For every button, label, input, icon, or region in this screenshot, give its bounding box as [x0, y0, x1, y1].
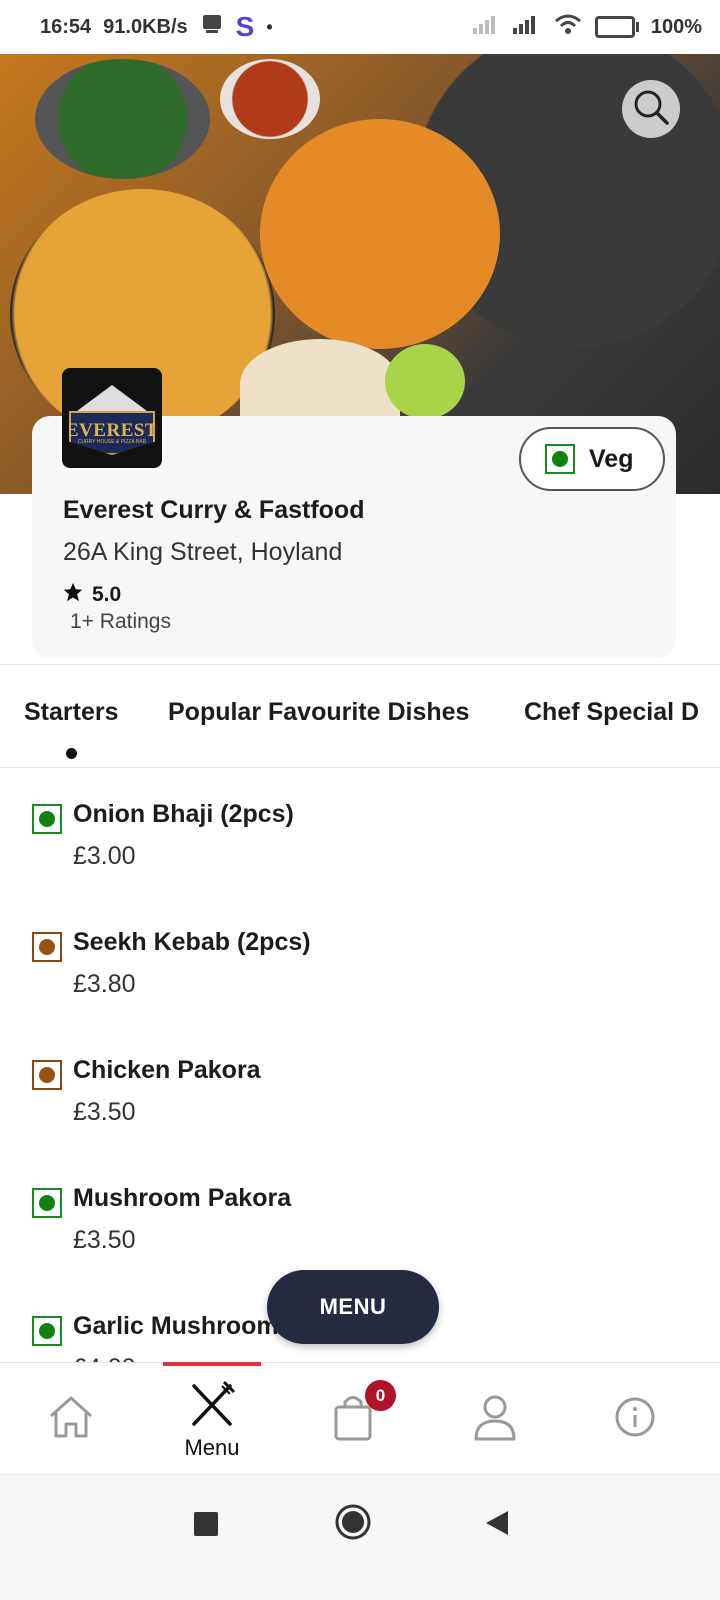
nav-menu[interactable]: Menu	[163, 1363, 261, 1475]
nav-profile[interactable]	[460, 1363, 530, 1475]
status-net-speed: 91.0KB/s	[103, 15, 188, 38]
tab-chef-special[interactable]: Chef Special D	[524, 698, 699, 727]
app-s-icon: S	[235, 11, 255, 42]
notification-icon	[200, 12, 224, 42]
status-time: 16:54	[40, 15, 92, 38]
menu-item-price: £4.00	[73, 1354, 136, 1362]
spinach-bowl	[35, 59, 210, 179]
menu-item-name: Garlic Mushroom	[73, 1312, 279, 1340]
menu-item-price: £3.00	[73, 842, 136, 870]
curry-bowl	[260, 119, 500, 349]
battery-icon	[594, 16, 639, 38]
menu-item-price: £3.50	[73, 1226, 136, 1254]
restaurant-address: 26A King Street, Hoyland	[63, 538, 343, 566]
wifi-icon	[553, 12, 583, 42]
restaurant-name: Everest Curry & Fastfood	[63, 496, 365, 524]
bottom-nav: Menu	[0, 1362, 720, 1474]
restaurant-logo: EVEREST CURRY HOUSE & PIZZA BAR	[62, 368, 162, 468]
veg-icon	[32, 1316, 62, 1346]
ratings-count: 1+ Ratings	[70, 610, 171, 633]
menu-item-name: Seekh Kebab (2pcs)	[73, 928, 311, 956]
menu-item-price: £3.50	[73, 1098, 136, 1126]
signal-off-icon	[471, 13, 499, 41]
menu-item-name: Onion Bhaji (2pcs)	[73, 800, 294, 828]
logo-wordmark: EVEREST	[65, 419, 159, 441]
menu-item-price: £3.80	[73, 970, 136, 998]
home-icon	[45, 1392, 97, 1447]
search-icon	[631, 87, 671, 132]
logo-subtitle: CURRY HOUSE & PIZZA BAR	[77, 438, 147, 445]
tab-popular-favourite-dishes[interactable]: Popular Favourite Dishes	[168, 698, 469, 727]
lime-slice	[385, 344, 465, 419]
veg-filter-label: Veg	[589, 444, 634, 473]
status-bar: 16:54 91.0KB/s S • 100%	[0, 0, 720, 54]
logo-shield: EVEREST CURRY HOUSE & PIZZA BAR	[69, 411, 155, 455]
cart-count-badge: 0	[365, 1380, 396, 1411]
menu-item-name: Chicken Pakora	[73, 1056, 261, 1084]
spice-bowl	[220, 59, 320, 139]
signal-icon	[511, 12, 541, 42]
category-tabs: Starters Popular Favourite Dishes Chef S…	[0, 668, 720, 766]
rating-value: 5.0	[92, 583, 122, 606]
recents-button[interactable]	[193, 1511, 219, 1542]
menu-item-name: Mushroom Pakora	[73, 1184, 292, 1212]
veg-filter-toggle[interactable]: Veg	[519, 427, 665, 491]
info-icon	[613, 1395, 657, 1444]
veg-icon	[32, 1188, 62, 1218]
nav-home[interactable]	[36, 1363, 106, 1475]
home-button[interactable]	[334, 1503, 372, 1546]
active-nav-indicator	[163, 1362, 261, 1366]
divider	[0, 664, 720, 665]
menu-fab-button[interactable]: MENU	[267, 1270, 439, 1344]
tab-starters[interactable]: Starters	[24, 698, 119, 727]
nav-menu-label: Menu	[184, 1434, 240, 1460]
non-veg-icon	[32, 1060, 62, 1090]
fork-knife-icon	[186, 1378, 238, 1433]
nav-info[interactable]	[600, 1363, 670, 1475]
search-button[interactable]	[622, 80, 680, 138]
status-dot: •	[266, 16, 273, 37]
veg-indicator-icon	[545, 444, 575, 474]
restaurant-rating: 5.0	[62, 581, 121, 609]
veg-icon	[32, 804, 62, 834]
logo-mountain	[77, 385, 147, 411]
back-button[interactable]	[484, 1509, 510, 1542]
non-veg-icon	[32, 932, 62, 962]
battery-level: 100%	[650, 15, 702, 38]
user-icon	[471, 1391, 519, 1448]
star-icon	[62, 581, 84, 609]
active-tab-indicator	[66, 748, 77, 759]
system-nav-bar	[0, 1474, 720, 1600]
